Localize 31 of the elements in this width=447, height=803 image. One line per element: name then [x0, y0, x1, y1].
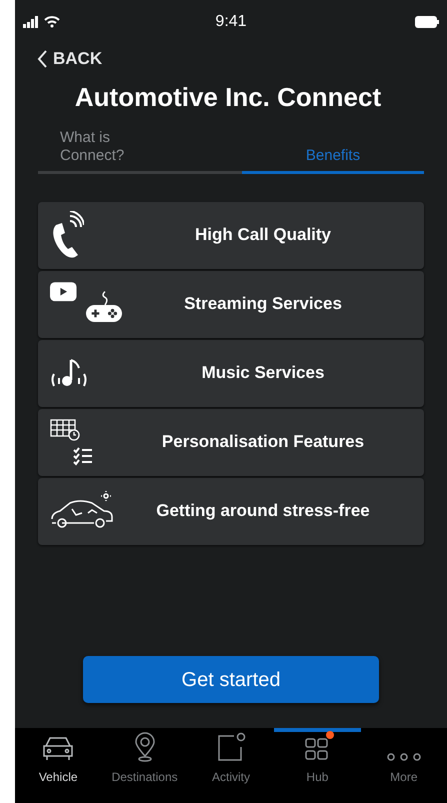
benefit-title: Personalisation Features — [160, 431, 366, 454]
tab-bar-item[interactable]: Hub — [274, 728, 361, 803]
benefit-title: Streaming Services — [183, 293, 343, 316]
music-note-icon — [50, 358, 88, 388]
tab-bar-item[interactable]: Activity — [188, 728, 274, 803]
wifi-icon — [44, 16, 60, 28]
benefit-title: Getting around stress-free — [155, 500, 371, 522]
tab-bar-item[interactable]: More — [360, 728, 447, 803]
get-started-button[interactable]: Get started — [83, 656, 379, 703]
benefit-card[interactable]: High Call Quality — [38, 202, 424, 268]
benefit-card[interactable]: Streaming Services — [38, 270, 424, 338]
more-icon — [386, 752, 422, 762]
tab-bar-item[interactable]: Vehicle — [15, 728, 102, 803]
location-pin-icon — [132, 732, 157, 762]
car-icon — [42, 736, 74, 762]
chevron-left-icon — [37, 50, 47, 68]
back-button[interactable]: BACK — [37, 46, 102, 72]
notification-square-icon — [216, 732, 246, 762]
status-time: 9:41 — [215, 12, 247, 32]
battery-icon — [415, 16, 439, 28]
signal-icon — [23, 16, 41, 28]
page-title: Automotive Inc. Connect — [74, 80, 382, 114]
benefit-title: Music Services — [200, 362, 326, 384]
phone-icon — [50, 211, 84, 259]
benefit-card[interactable]: Personalisation Features — [38, 408, 424, 476]
tab[interactable]: What is Connect? — [38, 128, 242, 174]
tab-bar-item[interactable]: Destinations — [101, 728, 188, 803]
benefit-card[interactable]: Music Services — [38, 340, 424, 406]
benefit-title: High Call Quality — [194, 224, 332, 246]
grid-icon — [304, 736, 330, 762]
benefit-card[interactable]: Getting around stress-free — [38, 478, 424, 544]
